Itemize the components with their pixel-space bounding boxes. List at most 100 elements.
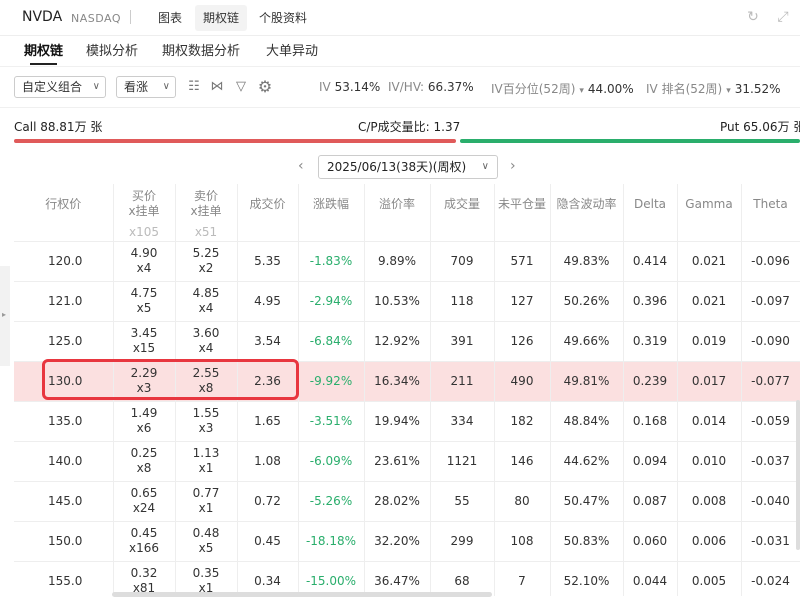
tab-option-chain[interactable]: 期权链 — [195, 5, 248, 31]
cell-gamma: 0.021 — [677, 281, 742, 322]
metric-iv-rank[interactable]: IV 排名(52周) ▾ 31.52% — [646, 80, 781, 97]
cell-change: -9.92% — [298, 361, 365, 402]
col-iv[interactable]: 隐含波动率 — [550, 184, 624, 224]
cell-ask-price: 0.48 — [192, 526, 220, 540]
expand-icon[interactable]: ⤢ — [774, 8, 792, 26]
cell-strike: 155.0 — [14, 561, 114, 596]
table-row[interactable]: 125.0 3.45 x15 3.60 x4 3.54 -6.84% 12.92% 391 126… — [14, 321, 800, 362]
subtab-option-chain[interactable]: 期权链 — [24, 40, 63, 65]
cell-open-interest: 127 — [494, 281, 551, 322]
col-open-interest[interactable]: 未平仓量 — [494, 184, 551, 224]
cell-ask-price: 1.55 — [192, 406, 220, 420]
cell-delta: 0.087 — [623, 481, 678, 522]
cell-gamma: 0.010 — [677, 441, 742, 482]
cell-delta: 0.396 — [623, 281, 678, 322]
col-change[interactable]: 涨跌幅 — [298, 184, 365, 224]
cell-delta: 0.319 — [623, 321, 678, 362]
refresh-icon[interactable]: ↻ — [744, 8, 762, 26]
cell-theta: -0.037 — [741, 441, 800, 482]
col-premium[interactable]: 溢价率 — [364, 184, 431, 224]
cell-iv: 48.84% — [550, 401, 624, 442]
vertical-scrollbar[interactable] — [796, 400, 800, 550]
cell-bid: 0.32 x81 — [113, 561, 176, 596]
cell-volume: 68 — [430, 561, 495, 596]
cell-bid-size: x105 — [113, 224, 176, 242]
annotation-highlight-box — [42, 359, 299, 400]
cell-bid: 0.25 x8 — [113, 441, 176, 482]
chevron-right-icon[interactable]: › — [510, 158, 516, 174]
cell-gamma: 0.019 — [677, 321, 742, 362]
horizontal-scrollbar[interactable] — [112, 592, 492, 597]
col-last[interactable]: 成交价 — [237, 184, 299, 224]
call-volume: Call 88.81万 张 — [14, 120, 103, 134]
direction-dropdown[interactable]: 看涨 ∨ — [116, 76, 176, 98]
tab-chart[interactable]: 图表 — [150, 5, 190, 31]
metric-iv-percentile[interactable]: IV百分位(52周) ▾ 44.00% — [491, 80, 634, 97]
split-icon[interactable]: ⋈ — [209, 79, 225, 95]
side-panel-handle[interactable]: ▸ — [0, 266, 10, 366]
col-ask[interactable]: 卖价 x挂单 — [175, 184, 238, 224]
cell-ask: 0.35 x1 — [175, 561, 238, 596]
col-bid[interactable]: 买价 x挂单 — [113, 184, 176, 224]
table-row[interactable]: 145.0 0.65 x24 0.77 x1 0.72 -5.26% 28.02% 55 80 50… — [14, 481, 800, 522]
cell-volume: 391 — [430, 321, 495, 362]
filter-icon[interactable]: ▽ — [233, 79, 249, 95]
cell-ask: 0.48 x5 — [175, 521, 238, 562]
cell-open-interest: 80 — [494, 481, 551, 522]
cell-premium: 19.94% — [364, 401, 431, 442]
col-strike[interactable]: 行权价 — [14, 184, 114, 224]
cell-ask-size: x4 — [198, 301, 214, 315]
cell-theta: -0.031 — [741, 521, 800, 562]
subtab-option-data[interactable]: 期权数据分析 — [162, 40, 240, 59]
gear-icon[interactable]: ⚙ — [257, 79, 273, 95]
table-row[interactable]: 121.0 4.75 x5 4.85 x4 4.95 -2.94% 10.53% 118 127 5… — [14, 281, 800, 322]
subtab-large-orders[interactable]: 大单异动 — [266, 40, 318, 59]
cell-premium: 16.34% — [364, 361, 431, 402]
subtab-simulation[interactable]: 模拟分析 — [86, 40, 138, 59]
cell-iv: 50.26% — [550, 281, 624, 322]
cell-bid: 0.65 x24 — [113, 481, 176, 522]
cell-ask: 5.25 x2 — [175, 241, 238, 282]
table-row[interactable]: 120.0 4.90 x4 5.25 x2 5.35 -1.83% 9.89% 709 571 49… — [14, 241, 800, 282]
cell-iv: 52.10% — [550, 561, 624, 596]
cell-theta: -0.096 — [741, 241, 800, 282]
cell-open-interest: 126 — [494, 321, 551, 362]
cell-ask-price: 4.85 — [192, 286, 220, 300]
expiry-dropdown[interactable]: 2025/06/13(38天)(周权) ∨ — [318, 155, 498, 179]
table-row[interactable]: 155.0 0.32 x81 0.35 x1 0.34 -15.00% 36.47% 68 7 52… — [14, 561, 800, 596]
col-gamma[interactable]: Gamma — [677, 184, 742, 224]
cell-bid-size: x166 — [128, 541, 159, 555]
chevron-left-icon[interactable]: ‹ — [298, 158, 304, 174]
table-row[interactable]: 140.0 0.25 x8 1.13 x1 1.08 -6.09% 23.61% 1121 146… — [14, 441, 800, 482]
chevron-down-icon: ∨ — [481, 161, 489, 172]
cell-premium: 36.47% — [364, 561, 431, 596]
cell-bid-price: 4.90 — [130, 246, 158, 260]
cell-premium: 9.89% — [364, 241, 431, 282]
metric-iv: IV 53.14% — [319, 80, 381, 94]
cell-premium: 32.20% — [364, 521, 431, 562]
col-theta[interactable]: Theta — [741, 184, 800, 224]
cell-volume: 299 — [430, 521, 495, 562]
cell-ask-size: x51 — [175, 224, 238, 242]
toolbar: 自定义组合 ∨ 看涨 ∨ ☷ ⋈ ▽ ⚙ IV 53.14% IV/HV: 66… — [0, 66, 800, 108]
col-volume[interactable]: 成交量 — [430, 184, 495, 224]
cell-gamma: 0.006 — [677, 521, 742, 562]
table-row[interactable]: 150.0 0.45 x166 0.48 x5 0.45 -18.18% 32.20% 299 1… — [14, 521, 800, 562]
col-delta[interactable]: Delta — [623, 184, 678, 224]
cell-ask-size: x5 — [198, 541, 214, 555]
cell-ask: 1.13 x1 — [175, 441, 238, 482]
cell-theta: -0.040 — [741, 481, 800, 522]
cell-change: -6.09% — [298, 441, 365, 482]
cell-bid: 4.75 x5 — [113, 281, 176, 322]
combo-dropdown[interactable]: 自定义组合 ∨ — [14, 76, 106, 98]
tab-profile[interactable]: 个股资料 — [251, 5, 315, 31]
cell-delta: 0.060 — [623, 521, 678, 562]
cell-iv: 49.81% — [550, 361, 624, 402]
cell-bid-size: x6 — [136, 421, 152, 435]
list-icon[interactable]: ☷ — [186, 79, 202, 95]
cell-gamma: 0.005 — [677, 561, 742, 596]
table-row[interactable]: 135.0 1.49 x6 1.55 x3 1.65 -3.51% 19.94% 334 182 4… — [14, 401, 800, 442]
cell-volume: 709 — [430, 241, 495, 282]
cell-last: 0.34 — [237, 561, 299, 596]
cell-iv: 49.83% — [550, 241, 624, 282]
